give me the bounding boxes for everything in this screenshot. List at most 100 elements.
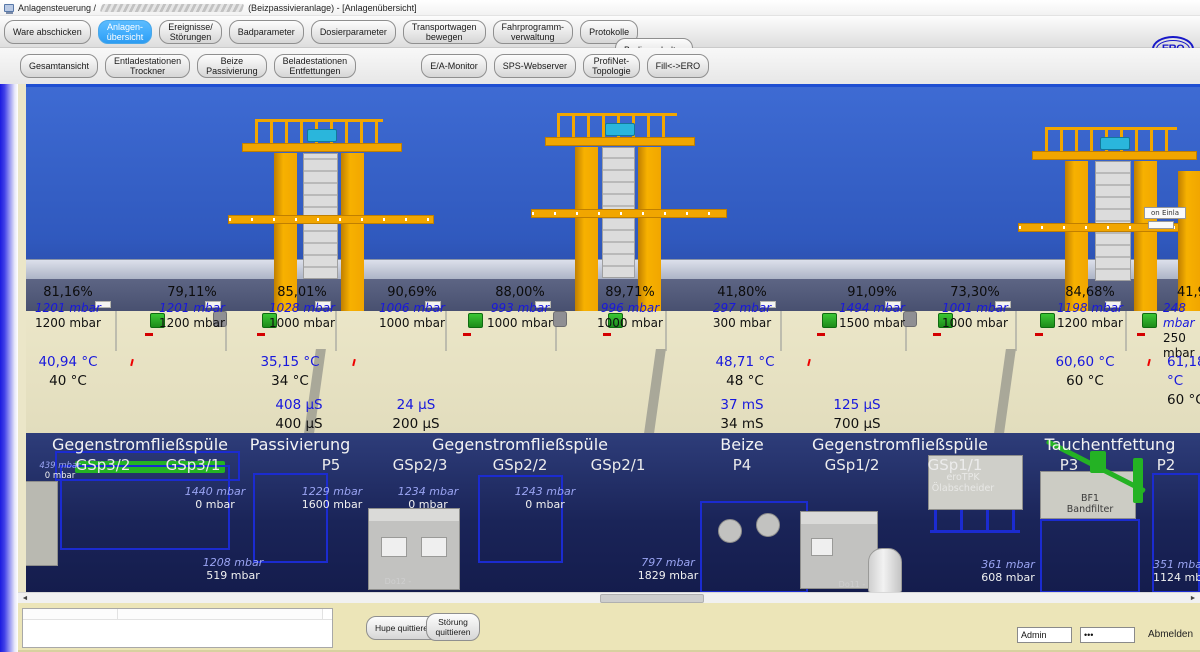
rim-tag <box>760 301 776 308</box>
cabinet-panel <box>381 537 407 557</box>
view-tab[interactable]: SPS-Webserver <box>494 54 576 78</box>
crane-platform <box>242 143 402 152</box>
rack-leg <box>960 510 963 532</box>
plant-3d-view[interactable]: on Einla 81,16%1201 mbar1200 mbar79,11%1… <box>0 84 1200 592</box>
view-tab[interactable]: Gesamtansicht <box>20 54 98 78</box>
view-tab[interactable]: Beize Passivierung <box>197 54 267 78</box>
rack-rail <box>930 530 1020 533</box>
status-bar: Hupe quittieren Störung quittieren Abmel… <box>0 603 1200 652</box>
app-icon <box>4 4 14 12</box>
crane-hoist-motor <box>307 129 337 142</box>
toolbar-button[interactable]: Badparameter <box>229 20 304 44</box>
logout-control[interactable]: Abmelden ▼ <box>1148 629 1200 640</box>
crane-mast <box>575 147 598 311</box>
equipment-rack <box>1040 519 1140 592</box>
crane-platform <box>1032 151 1197 160</box>
tank-separator <box>1015 311 1017 351</box>
crane-mast <box>1178 171 1200 311</box>
rim-tag <box>995 301 1011 308</box>
rim-tag <box>535 301 551 308</box>
valve-icon <box>1142 313 1157 328</box>
valve-icon <box>822 313 837 328</box>
rim-tag <box>425 301 441 308</box>
storage-cylinder <box>868 548 902 592</box>
pump-body <box>756 513 780 537</box>
main-toolbar: Ware abschicken Anlagen- übersichtEreigni… <box>0 16 1200 48</box>
view-tab[interactable]: Entladestationen Trockner <box>105 54 190 78</box>
username-field[interactable] <box>1017 627 1072 643</box>
crane-sign-small <box>1148 221 1174 229</box>
toolbar-button[interactable]: Dosierparameter <box>311 20 396 44</box>
equipment-rack <box>478 475 563 563</box>
redacted-plant-name <box>100 4 245 12</box>
plant-control-window: { "window": { "title_prefix": "Anlagenst… <box>0 0 1200 652</box>
toolbar-button[interactable]: Ereignisse/ Störungen <box>159 20 222 44</box>
scene-horizontal-scrollbar[interactable]: ◄ ► <box>18 592 1200 603</box>
cabinet-panel <box>421 537 447 557</box>
crane-cross-beam <box>228 215 434 224</box>
equipment-rack <box>60 465 230 550</box>
dosing-cabinet <box>368 508 460 590</box>
pump-icon <box>553 311 567 327</box>
crane-mast <box>1065 161 1088 311</box>
scrollbar-thumb[interactable] <box>600 594 704 603</box>
password-field[interactable] <box>1080 627 1135 643</box>
crane-hoist-motor <box>1100 137 1130 150</box>
crane-platform <box>545 137 695 146</box>
view-tab[interactable]: E/A-Monitor <box>421 54 487 78</box>
view-tab[interactable]: Fill<->ERO <box>647 54 710 78</box>
window-title-suffix: (Beizpassivieranlage) - [Anlagenübersich… <box>248 3 417 13</box>
crane-runway-beam <box>0 259 1200 279</box>
equipment-rack <box>700 501 808 592</box>
event-list-panel[interactable] <box>22 608 333 648</box>
left-gradient-stripe <box>0 84 18 652</box>
cabinet-top <box>369 509 459 521</box>
tank-separator <box>445 311 447 351</box>
valve-icon <box>150 313 165 328</box>
green-pipe-vertical <box>1133 458 1143 503</box>
view-tab[interactable]: Beladestationen Entfettungen <box>274 54 357 78</box>
rim-tag <box>885 301 901 308</box>
toolbar-buttons: Ware abschicken Anlagen- übersichtEreigni… <box>4 20 645 44</box>
window-title-prefix: Anlagensteuerung / <box>18 3 96 13</box>
logout-label: Abmelden <box>1148 629 1193 640</box>
rim-tag <box>315 301 331 308</box>
toolbar-button[interactable]: Fahrprogramm- verwaltung <box>493 20 574 44</box>
crane-hoist-motor <box>605 123 635 136</box>
crane-mast <box>638 147 661 311</box>
tank-separator <box>115 311 117 351</box>
valve-icon <box>468 313 483 328</box>
valve-icon <box>938 313 953 328</box>
event-list-header-cell-2 <box>118 609 323 619</box>
crane-lattice <box>1095 161 1131 281</box>
tank-separator <box>665 311 667 351</box>
crane-mast <box>1134 161 1157 311</box>
equipment-rack <box>253 473 328 563</box>
cabinet-panel <box>811 538 833 556</box>
title-bar: Anlagensteuerung / (Beizpassivieranlage)… <box>0 0 1200 16</box>
valve-icon <box>1040 313 1055 328</box>
tank-floor-band <box>0 311 1200 433</box>
rack-leg <box>1012 510 1015 532</box>
tank-separator <box>780 311 782 351</box>
view-tab[interactable]: ProfiNet- Topologie <box>583 54 640 78</box>
crane-cross-beam <box>531 209 727 218</box>
toolbar-button[interactable]: Anlagen- übersicht <box>98 20 153 44</box>
valve-icon <box>262 313 277 328</box>
dosing-cabinet <box>800 511 878 589</box>
toolbar-button[interactable]: Ware abschicken <box>4 20 91 44</box>
crane-mast <box>341 153 364 311</box>
event-list-header-cell-1 <box>23 609 118 619</box>
tank-separator <box>1125 311 1127 351</box>
pump-icon <box>903 311 917 327</box>
view-tabbar: Gesamtansicht Entladestationen Trockner Be… <box>0 48 1200 84</box>
rim-tag <box>1105 301 1121 308</box>
toolbar-button[interactable]: Transportwagen bewegen <box>403 20 486 44</box>
stoerung-quittieren-button[interactable]: Störung quittieren <box>426 613 480 641</box>
tank-wall-band <box>0 279 1200 311</box>
rack-leg <box>986 510 989 532</box>
equipment-rack <box>1152 473 1200 592</box>
scene-left-gutter <box>18 84 26 592</box>
cabinet-top <box>801 512 877 524</box>
green-valve-block <box>1090 451 1106 473</box>
